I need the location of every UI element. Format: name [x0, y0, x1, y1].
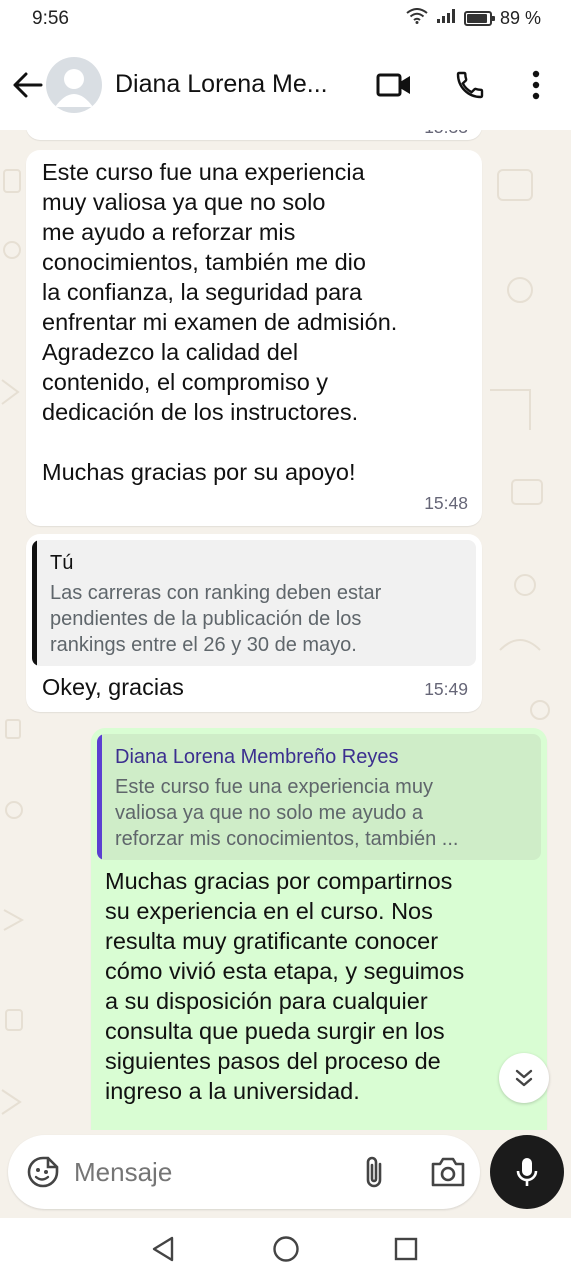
double-chevron-down-icon — [515, 1069, 533, 1087]
emoji-sticker-icon[interactable] — [26, 1155, 60, 1194]
message-bubble-outgoing-reply[interactable]: Diana Lorena Membreño Reyes Este curso f… — [91, 728, 547, 1130]
status-icons: 89 % — [406, 8, 541, 29]
camera-icon[interactable] — [430, 1156, 466, 1193]
system-navigation-bar — [0, 1218, 571, 1280]
quote-author: Diana Lorena Membreño Reyes — [115, 746, 399, 768]
quote-text: Este curso fue una experiencia muy valio… — [115, 776, 459, 850]
more-vert-icon[interactable] — [516, 65, 556, 105]
phone-call-icon[interactable] — [450, 65, 490, 105]
avatar-placeholder-icon — [55, 69, 93, 107]
status-time: 9:56 — [32, 8, 69, 29]
contact-name[interactable]: Diana Lorena Me... — [115, 70, 328, 99]
nav-back-icon[interactable] — [150, 1236, 176, 1267]
nav-home-icon[interactable] — [272, 1235, 300, 1268]
signal-icon — [436, 8, 456, 29]
message-input[interactable] — [74, 1153, 334, 1191]
message-time: 15:48 — [424, 493, 468, 513]
quote-accent-bar — [97, 734, 102, 860]
message-bubble-incoming[interactable]: Este curso fue una experiencia muy valio… — [26, 150, 482, 526]
message-composer[interactable] — [8, 1135, 480, 1209]
previous-message-time: 15:33 — [424, 130, 468, 142]
message-bubble-incoming-reply[interactable]: Tú Las carreras con ranking deben estar … — [26, 534, 482, 712]
message-time: 15:49 — [424, 679, 468, 699]
quote-text: Las carreras con ranking deben estar pen… — [50, 582, 382, 656]
previous-message-bubble[interactable]: 15:33 — [26, 130, 482, 140]
nav-recents-icon[interactable] — [394, 1237, 418, 1266]
message-text: Okey, gracias — [42, 674, 184, 700]
quote-author: Tú — [50, 552, 74, 574]
chat-header: Diana Lorena Me... — [0, 40, 571, 130]
message-text: Muchas gracias por compartirnos su exper… — [105, 868, 465, 1104]
status-bar: 9:56 89 % — [0, 0, 571, 40]
battery-icon — [463, 11, 495, 26]
wifi-icon — [406, 8, 428, 29]
video-call-icon[interactable] — [374, 65, 414, 105]
microphone-icon — [516, 1158, 538, 1186]
quoted-message[interactable]: Tú Las carreras con ranking deben estar … — [32, 540, 476, 666]
message-text: Este curso fue una experiencia muy valio… — [42, 159, 398, 485]
battery-level: 89 % — [499, 8, 541, 28]
back-arrow-icon[interactable] — [10, 67, 46, 103]
scroll-to-bottom-button[interactable] — [499, 1053, 549, 1103]
chat-messages[interactable]: 15:33 Este curso fue una experiencia muy… — [0, 130, 571, 1130]
avatar[interactable] — [46, 57, 102, 113]
quote-accent-bar — [32, 540, 37, 666]
attach-paperclip-icon[interactable] — [362, 1154, 386, 1195]
quoted-message[interactable]: Diana Lorena Membreño Reyes Este curso f… — [97, 734, 541, 860]
microphone-button[interactable] — [490, 1135, 564, 1209]
